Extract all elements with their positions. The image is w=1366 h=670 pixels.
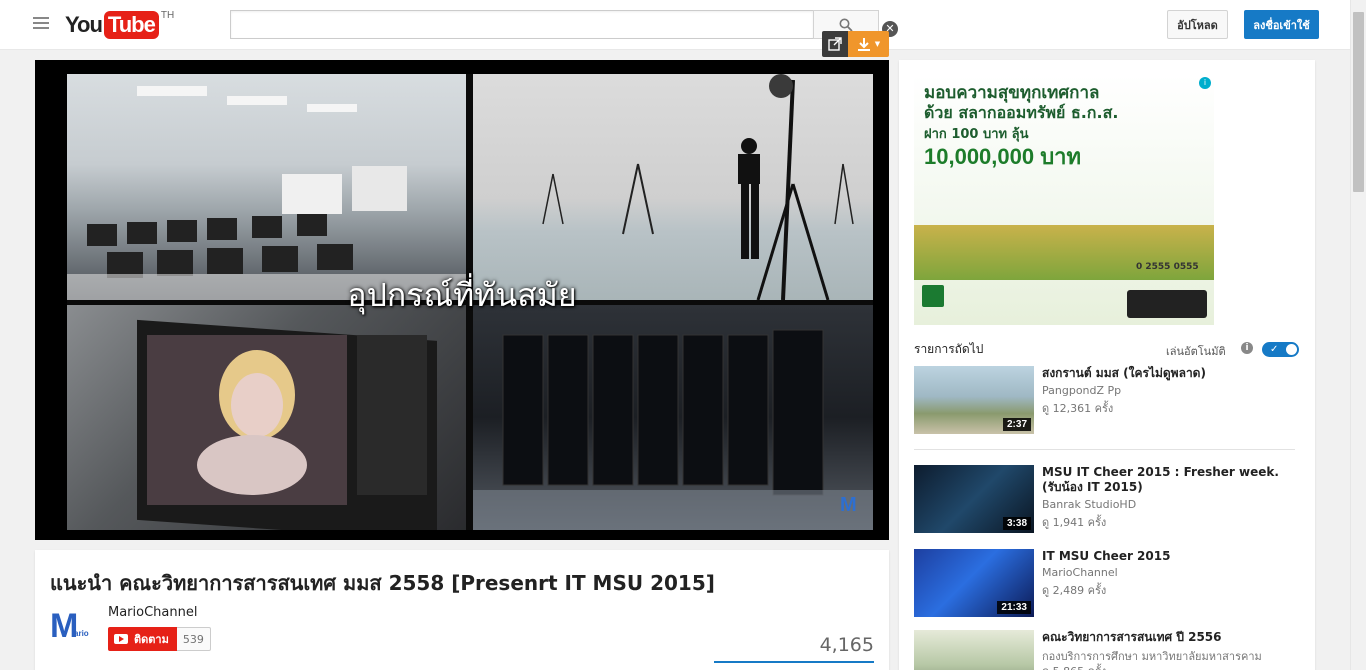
ad-line-4: 10,000,000 บาท <box>924 144 1082 169</box>
download-icon <box>857 38 870 51</box>
avatar-letter: M <box>50 607 79 645</box>
search-icon <box>839 18 853 32</box>
ad-banner[interactable]: i มอบความสุขทุกเทศกาล ด้วย สลากออมทรัพย์… <box>914 75 1214 325</box>
info-icon[interactable]: i <box>1241 342 1253 354</box>
adchoices-icon[interactable]: i <box>1199 77 1211 89</box>
video-title: คณะวิทยาการสารสนเทศ ปี 2556 <box>1042 630 1222 644</box>
sidebar: i มอบความสุขทุกเทศกาล ด้วย สลากออมทรัพย์… <box>899 60 1315 670</box>
subscribe-label: ติดตาม <box>134 633 169 646</box>
menu-icon[interactable] <box>33 17 49 33</box>
list-item[interactable]: 2:37 สงกรานต์ มมส (ใครไม่ดูพลาด) Pangpon… <box>914 366 1300 434</box>
autoplay-toggle[interactable]: ✓ <box>1262 342 1299 357</box>
video-views: ดู 1,941 ครั้ง <box>1042 516 1107 529</box>
youtube-play-icon <box>114 634 128 644</box>
channel-avatar[interactable]: M ario <box>50 607 98 655</box>
video-thumbnail <box>914 630 1034 670</box>
scrollbar-thumb[interactable] <box>1353 12 1364 192</box>
logo-tube: Tube <box>103 11 159 39</box>
list-item[interactable]: 21:33 IT MSU Cheer 2015 MarioChannel ดู … <box>914 549 1300 617</box>
subscribe-button[interactable]: ติดตาม 539 <box>108 627 211 651</box>
external-link-icon[interactable] <box>822 31 848 57</box>
logo-country: TH <box>160 10 175 21</box>
search-input[interactable] <box>230 10 814 39</box>
subscriber-count: 539 <box>176 627 211 651</box>
video-channel: Banrak StudioHD <box>1042 498 1137 511</box>
video-title: สงกรานต์ มมส (ใครไม่ดูพลาด) <box>1042 366 1206 380</box>
view-count: 4,165 <box>819 634 874 656</box>
list-item[interactable]: 3:38 MSU IT Cheer 2015 : Fresher week. (… <box>914 465 1300 533</box>
download-button[interactable]: ▼ <box>848 31 889 57</box>
youtube-logo[interactable]: You Tube TH <box>65 10 175 39</box>
video-duration: 21:33 <box>997 601 1031 614</box>
dropdown-arrow-icon: ▼ <box>874 40 881 48</box>
video-scene-motion-capture <box>473 74 873 300</box>
video-player[interactable]: อุปกรณ์ที่ทันสมัย M <box>35 60 889 540</box>
video-title: IT MSU Cheer 2015 <box>1042 549 1171 563</box>
bank-logo-icon <box>922 285 944 307</box>
video-duration: 2:37 <box>1002 418 1031 431</box>
autoplay-label: เล่นอัตโนมัติ <box>1166 345 1226 358</box>
video-thumbnail: 2:37 <box>914 366 1034 434</box>
avatar-sub: ario <box>74 629 89 638</box>
channel-watermark: M <box>840 494 857 516</box>
ad-phone: 0 2555 0555 <box>1136 262 1199 272</box>
scrollbar[interactable] <box>1350 0 1366 670</box>
signin-button[interactable]: ลงชื่อเข้าใช้ <box>1244 10 1319 39</box>
video-duration: 3:38 <box>1002 517 1031 530</box>
channel-name[interactable]: MarioChannel <box>108 605 197 620</box>
subscribe-label-wrap: ติดตาม <box>108 627 177 651</box>
video-thumbnail: 21:33 <box>914 549 1034 617</box>
video-title: MSU IT Cheer 2015 : Fresher week. (รับน้… <box>1042 465 1279 494</box>
video-views: ดู 12,361 ครั้ง <box>1042 402 1114 415</box>
video-thumbnail: 3:38 <box>914 465 1034 533</box>
video-views: ดู 5,865 ครั้ง <box>1042 662 1106 670</box>
video-scene-classroom <box>67 74 466 300</box>
divider <box>914 449 1295 450</box>
list-item[interactable]: คณะวิทยาการสารสนเทศ ปี 2556 กองบริการการ… <box>914 630 1300 670</box>
masthead: You Tube TH อัปโหลด ลงชื่อเข้าใช้ <box>0 0 1350 50</box>
video-channel: PangpondZ Pp <box>1042 384 1122 397</box>
logo-you: You <box>65 12 103 37</box>
check-icon: ✓ <box>1270 344 1279 355</box>
video-subtitle: อุปกรณ์ที่ทันสมัย <box>347 276 577 314</box>
video-info-panel: แนะนำ คณะวิทยาการสารสนเทศ มมส 2558 [Pres… <box>35 550 889 670</box>
up-next-label: รายการถัดไป <box>914 342 984 356</box>
upload-button[interactable]: อัปโหลด <box>1167 10 1228 39</box>
video-views: ดู 2,489 ครั้ง <box>1042 584 1107 597</box>
video-channel: MarioChannel <box>1042 566 1118 579</box>
like-bar <box>714 661 874 663</box>
video-scene-3d-modeling <box>67 305 466 530</box>
app-store-badge <box>1127 290 1207 318</box>
video-scene-server-room <box>473 305 873 530</box>
video-title: แนะนำ คณะวิทยาการสารสนเทศ มมส 2558 [Pres… <box>50 571 715 595</box>
